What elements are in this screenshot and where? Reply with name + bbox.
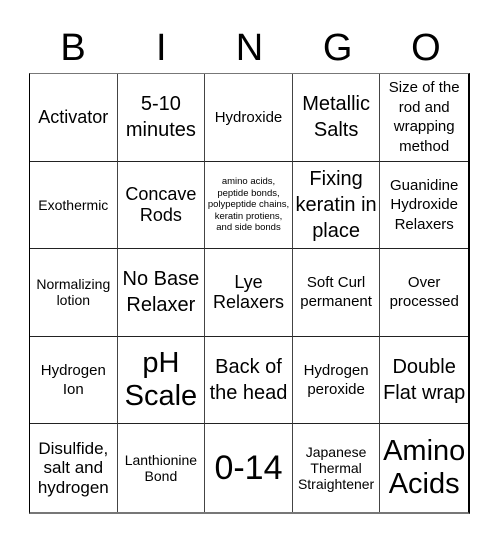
bingo-cell-text: Back of the head bbox=[209, 356, 288, 405]
bingo-cell-text: Japanese Thermal Straightener bbox=[297, 444, 375, 493]
bingo-cell-text: Hydrogen Ion bbox=[40, 361, 106, 399]
bingo-cell-text: Lanthionine Bond bbox=[124, 452, 198, 485]
bingo-cell[interactable]: Hydroxide bbox=[205, 74, 293, 162]
bingo-cell[interactable]: Japanese Thermal Straightener bbox=[293, 424, 381, 512]
bingo-cell-text: Exothermic bbox=[38, 196, 109, 213]
bingo-cell-text: Metallic Salts bbox=[302, 93, 370, 142]
bingo-cell[interactable]: Metallic Salts bbox=[292, 74, 381, 162]
bingo-cell-text: Activator bbox=[38, 106, 109, 127]
header-letter-i: I bbox=[156, 27, 167, 69]
bingo-cell-text: Hydroxide bbox=[214, 108, 283, 126]
bingo-cell[interactable]: Hydrogen peroxide bbox=[292, 336, 381, 425]
bingo-cell[interactable]: Guanidine Hydroxide Relaxers bbox=[380, 162, 468, 250]
bingo-cell[interactable]: pH Scale bbox=[117, 336, 206, 425]
bingo-cell-text: pH Scale bbox=[124, 346, 198, 413]
bingo-cell-text: Soft Curl permanent bbox=[300, 273, 372, 311]
bingo-cell[interactable]: Hydrogen Ion bbox=[30, 336, 118, 425]
bingo-cell-text: Disulfide, salt and hydrogen bbox=[37, 438, 109, 497]
header-letter-b: B bbox=[60, 27, 86, 69]
bingo-cell[interactable]: Activator bbox=[30, 74, 118, 162]
bingo-header: B I N G O bbox=[29, 24, 470, 72]
bingo-cell[interactable]: Size of the rod and wrapping method bbox=[380, 74, 468, 162]
bingo-cell-text: Lye Relaxers bbox=[212, 271, 284, 313]
bingo-cell[interactable]: Double Flat wrap bbox=[380, 337, 468, 425]
bingo-cell-text: Normalizing lotion bbox=[36, 276, 111, 309]
bingo-cell[interactable]: No Base Relaxer bbox=[117, 249, 206, 337]
header-letter-n: N bbox=[235, 27, 264, 69]
bingo-cell[interactable]: Over processed bbox=[380, 249, 468, 337]
bingo-cell[interactable]: Soft Curl permanent bbox=[292, 249, 381, 337]
bingo-cell[interactable]: amino acids, peptide bonds, polypeptide … bbox=[205, 161, 293, 250]
bingo-cell[interactable]: Fixing keratin in place bbox=[292, 161, 381, 250]
bingo-cell-text: 5-10 minutes bbox=[125, 93, 196, 142]
bingo-cell[interactable]: Concave Rods bbox=[117, 161, 206, 250]
bingo-cell-text: No Base Relaxer bbox=[122, 268, 200, 317]
header-letter-o: O bbox=[411, 27, 441, 69]
bingo-cell-text: Guanidine Hydroxide Relaxers bbox=[389, 176, 459, 233]
bingo-cell-text: 0-14 bbox=[214, 448, 283, 487]
bingo-cell[interactable]: Lye Relaxers bbox=[205, 249, 293, 337]
bingo-grid: Activator 5-10 minutes Hydroxide Metallic S… bbox=[29, 73, 470, 514]
bingo-cell-text: Amino Acids bbox=[383, 434, 466, 501]
bingo-cell[interactable]: 0-14 bbox=[205, 424, 293, 512]
bingo-cell[interactable]: Back of the head bbox=[205, 336, 293, 425]
bingo-cell[interactable]: Normalizing lotion bbox=[30, 249, 118, 337]
bingo-cell-text: Double Flat wrap bbox=[383, 356, 466, 405]
bingo-cell-text: Over processed bbox=[389, 273, 459, 311]
bingo-cell-text: Concave Rods bbox=[125, 184, 197, 225]
bingo-cell[interactable]: Disulfide, salt and hydrogen bbox=[30, 424, 118, 512]
bingo-cell[interactable]: Lanthionine Bond bbox=[118, 424, 206, 512]
bingo-cell[interactable]: Amino Acids bbox=[380, 424, 468, 512]
bingo-cell-text: Size of the rod and wrapping method bbox=[388, 79, 460, 155]
bingo-cell[interactable]: Exothermic bbox=[30, 161, 118, 250]
bingo-cell-text: Fixing keratin in place bbox=[295, 167, 377, 242]
bingo-cell-text: Hydrogen peroxide bbox=[303, 361, 369, 399]
bingo-cell[interactable]: 5-10 minutes bbox=[117, 74, 206, 162]
header-letter-g: G bbox=[322, 27, 353, 69]
bingo-cell-text: amino acids, peptide bonds, polypeptide … bbox=[207, 176, 290, 233]
